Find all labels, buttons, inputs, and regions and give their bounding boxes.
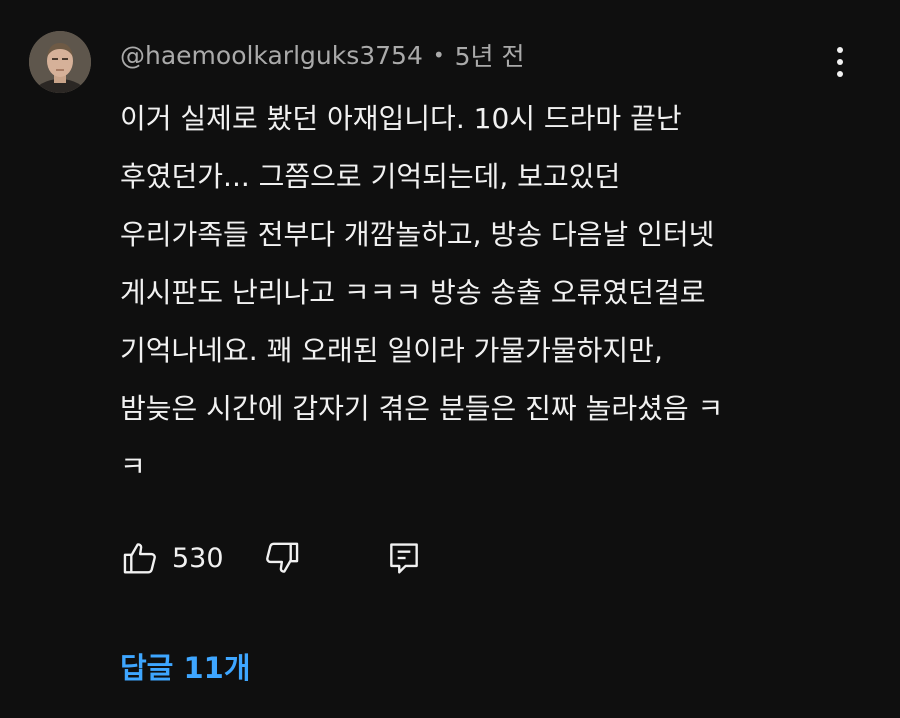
- more-vertical-icon[interactable]: [826, 42, 854, 82]
- thumbs-down-icon: [265, 542, 298, 573]
- reply-button[interactable]: [382, 536, 426, 580]
- comment-meta: @haemoolkarlguks3754 • 5년 전: [120, 37, 525, 73]
- comment-text-line: 이거 실제로 봤던 아재입니다. 10시 드라마 끝난: [120, 102, 682, 135]
- comment-text-line: 기억나네요. 꽤 오래된 일이라 가물가물하지만,: [120, 334, 663, 367]
- comment-text-line: 밤늦은 시간에 갑자기 겪은 분들은 진짜 놀라셨음 ㅋ: [120, 392, 724, 425]
- avatar[interactable]: [29, 31, 91, 93]
- timestamp[interactable]: 5년 전: [455, 37, 525, 73]
- comment-text-line: 후였던가... 그쯤으로 기억되는데, 보고있던: [120, 160, 621, 193]
- user-avatar-image: [29, 31, 91, 93]
- kebab-dot: [837, 71, 843, 77]
- comment-text: 이거 실제로 봤던 아재입니다. 10시 드라마 끝난 후였던가... 그쯤으로…: [120, 90, 840, 496]
- kebab-dot: [837, 47, 843, 53]
- comment-text-line: 게시판도 난리나고 ㅋㅋㅋ 방송 송출 오류였던걸로: [120, 276, 706, 309]
- like-count: 530: [172, 542, 224, 574]
- thumbs-up-icon: [123, 543, 156, 574]
- reply-comment-icon: [389, 543, 418, 574]
- view-replies-link[interactable]: 답글 11개: [120, 645, 251, 687]
- author-name[interactable]: @haemoolkarlguks3754: [120, 41, 423, 70]
- dislike-button[interactable]: [260, 536, 304, 580]
- kebab-dot: [837, 59, 843, 65]
- comment-actions: 530: [118, 533, 426, 583]
- like-button[interactable]: [118, 536, 162, 580]
- comment-text-line: ㅋ: [120, 450, 146, 483]
- meta-separator: •: [432, 43, 445, 67]
- comment-text-line: 우리가족들 전부다 개깜놀하고, 방송 다음날 인터넷: [120, 218, 715, 251]
